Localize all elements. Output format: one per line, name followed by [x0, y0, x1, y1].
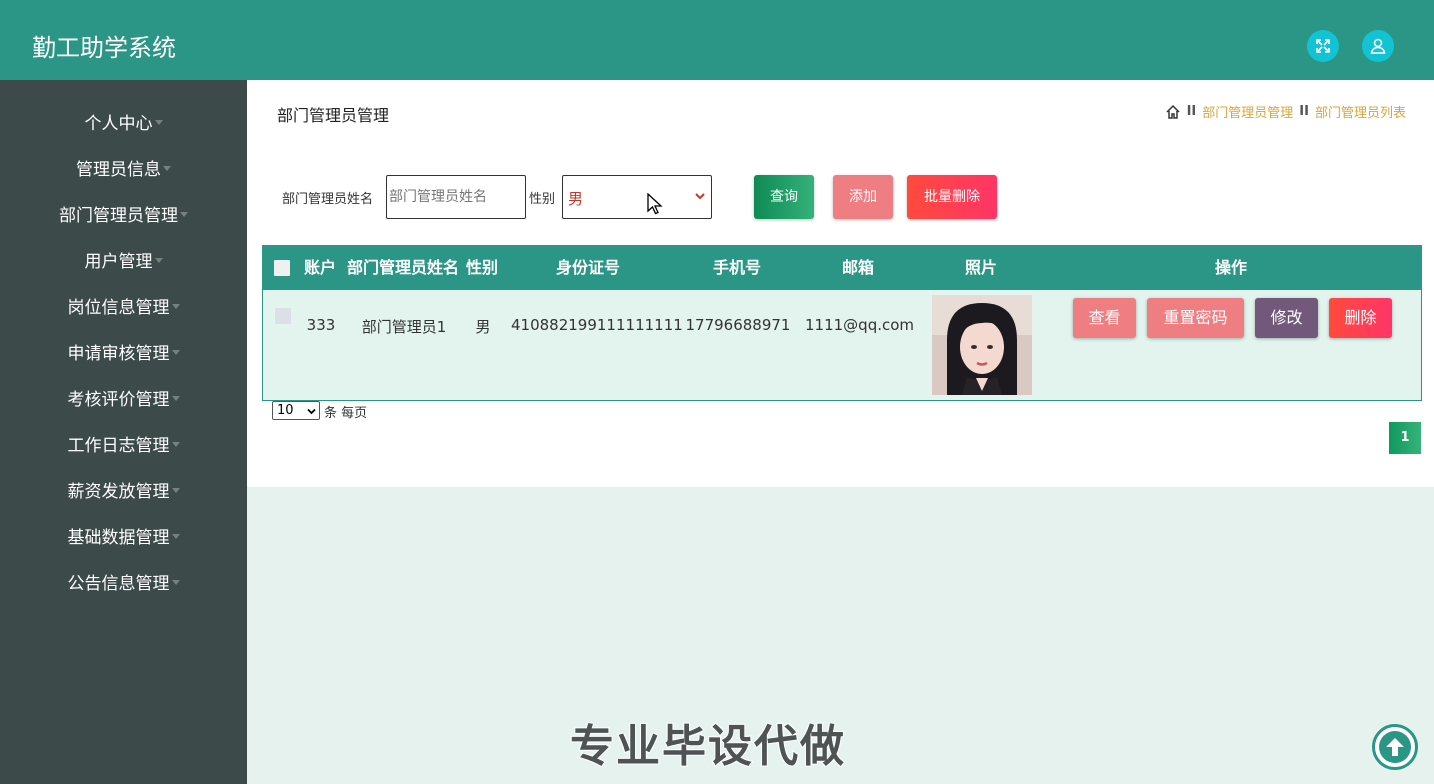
- sidebar-item-admin-info[interactable]: 管理员信息: [0, 147, 247, 193]
- top-bar: 勤工助学系统: [0, 0, 1434, 80]
- caret-down-icon: [154, 119, 163, 125]
- column-header-account: 账户: [303, 258, 336, 277]
- chevron-down-icon: [695, 193, 705, 200]
- sidebar: 个人中心 管理员信息 部门管理员管理 用户管理 岗位信息管理 申请审核管理 考核…: [0, 80, 247, 784]
- app-title: 勤工助学系统: [32, 34, 176, 62]
- select-all-checkbox[interactable]: [274, 260, 290, 276]
- column-header-name: 部门管理员姓名: [346, 258, 459, 277]
- caret-down-icon: [163, 165, 171, 171]
- page-size-select[interactable]: 10: [272, 401, 320, 420]
- mouse-cursor-icon: [647, 193, 663, 215]
- query-button[interactable]: 查询: [754, 175, 814, 219]
- sidebar-item-label: 岗位信息管理: [67, 298, 170, 318]
- sidebar-item-announcements[interactable]: 公告信息管理: [0, 561, 247, 607]
- sidebar-item-label: 工作日志管理: [67, 436, 170, 456]
- batch-delete-button[interactable]: 批量删除: [907, 175, 997, 219]
- column-header-actions: 操作: [1214, 258, 1247, 277]
- table-row: 333 部门管理员1 男 410882199111111111 17796688…: [262, 290, 1422, 401]
- gender-select[interactable]: 男: [562, 175, 712, 219]
- page-title: 部门管理员管理: [277, 106, 390, 125]
- home-icon[interactable]: [1165, 104, 1181, 120]
- reset-password-button[interactable]: 重置密码: [1147, 298, 1244, 338]
- arrow-up-icon: [1379, 731, 1411, 763]
- caret-down-icon: [171, 303, 180, 309]
- expand-icon: [1316, 39, 1330, 53]
- back-to-top-button[interactable]: [1372, 724, 1418, 770]
- view-button[interactable]: 查看: [1073, 298, 1136, 338]
- caret-down-icon: [171, 395, 180, 401]
- column-header-email: 邮箱: [841, 258, 874, 277]
- sidebar-item-label: 管理员信息: [76, 160, 161, 180]
- delete-button[interactable]: 删除: [1329, 298, 1392, 338]
- sidebar-item-label: 个人中心: [84, 114, 153, 134]
- breadcrumb-item-list[interactable]: 部门管理员列表: [1315, 102, 1406, 121]
- cell-account: 333: [306, 316, 336, 334]
- sidebar-item-label: 部门管理员管理: [59, 206, 178, 226]
- gender-label: 性别: [529, 192, 556, 207]
- sidebar-item-personal-center[interactable]: 个人中心: [0, 101, 247, 147]
- caret-down-icon: [171, 441, 180, 447]
- row-checkbox[interactable]: [275, 308, 291, 324]
- fullscreen-button[interactable]: [1307, 30, 1339, 62]
- column-header-id-card: 身份证号: [555, 258, 620, 277]
- caret-down-icon: [171, 487, 180, 493]
- sidebar-item-label: 薪资发放管理: [67, 482, 170, 502]
- main-panel: 部门管理员管理 II 部门管理员管理 II 部门管理员列表 部门管理员姓名 性别…: [247, 80, 1434, 487]
- add-button[interactable]: 添加: [833, 175, 893, 219]
- cell-email: 1111@qq.com: [805, 316, 915, 334]
- page-size-value: 10: [277, 403, 294, 418]
- gender-select-value: 男: [568, 190, 584, 208]
- sidebar-item-label: 公告信息管理: [67, 574, 170, 594]
- sidebar-item-label: 用户管理: [84, 252, 153, 272]
- sidebar-item-label: 考核评价管理: [67, 390, 170, 410]
- cell-phone: 17796688971: [685, 316, 791, 334]
- sidebar-item-dept-admin[interactable]: 部门管理员管理: [0, 193, 247, 239]
- caret-down-icon: [180, 211, 188, 217]
- page-number-button[interactable]: 1: [1389, 422, 1421, 454]
- breadcrumb-separator: II: [1299, 104, 1309, 119]
- user-icon: [1370, 38, 1386, 54]
- sidebar-item-jobs[interactable]: 岗位信息管理: [0, 285, 247, 331]
- caret-down-icon: [171, 533, 180, 539]
- sidebar-item-label: 基础数据管理: [67, 528, 170, 548]
- caret-down-icon: [154, 257, 163, 263]
- sidebar-item-applications[interactable]: 申请审核管理: [0, 331, 247, 377]
- column-header-gender: 性别: [465, 258, 498, 277]
- sidebar-item-users[interactable]: 用户管理: [0, 239, 247, 285]
- edit-button[interactable]: 修改: [1255, 298, 1318, 338]
- table-header: 账户 部门管理员姓名 性别 身份证号 手机号 邮箱 照片 操作: [262, 245, 1422, 290]
- cell-name: 部门管理员1: [361, 318, 447, 336]
- caret-down-icon: [171, 349, 180, 355]
- sidebar-item-label: 申请审核管理: [67, 344, 170, 364]
- page-size-label: 条 每页: [324, 406, 368, 421]
- chevron-down-icon: [307, 408, 316, 415]
- sidebar-item-base-data[interactable]: 基础数据管理: [0, 515, 247, 561]
- breadcrumb-item-dept-admin[interactable]: 部门管理员管理: [1202, 102, 1293, 121]
- admin-photo: [932, 295, 1032, 395]
- sidebar-item-evaluation[interactable]: 考核评价管理: [0, 377, 247, 423]
- cell-gender: 男: [475, 318, 491, 336]
- user-button[interactable]: [1362, 30, 1394, 62]
- name-label: 部门管理员姓名: [282, 192, 374, 207]
- breadcrumb-separator: II: [1186, 104, 1197, 119]
- cell-id-card: 410882199111111111: [511, 316, 683, 334]
- sidebar-item-work-log[interactable]: 工作日志管理: [0, 423, 247, 469]
- breadcrumb: II 部门管理员管理 II 部门管理员列表: [1165, 102, 1406, 121]
- column-header-phone: 手机号: [712, 258, 761, 277]
- caret-down-icon: [171, 579, 180, 585]
- watermark: 专业毕设代做: [569, 720, 846, 773]
- sidebar-item-salary[interactable]: 薪资发放管理: [0, 469, 247, 515]
- name-search-input[interactable]: [386, 175, 526, 219]
- column-header-photo: 照片: [964, 258, 997, 277]
